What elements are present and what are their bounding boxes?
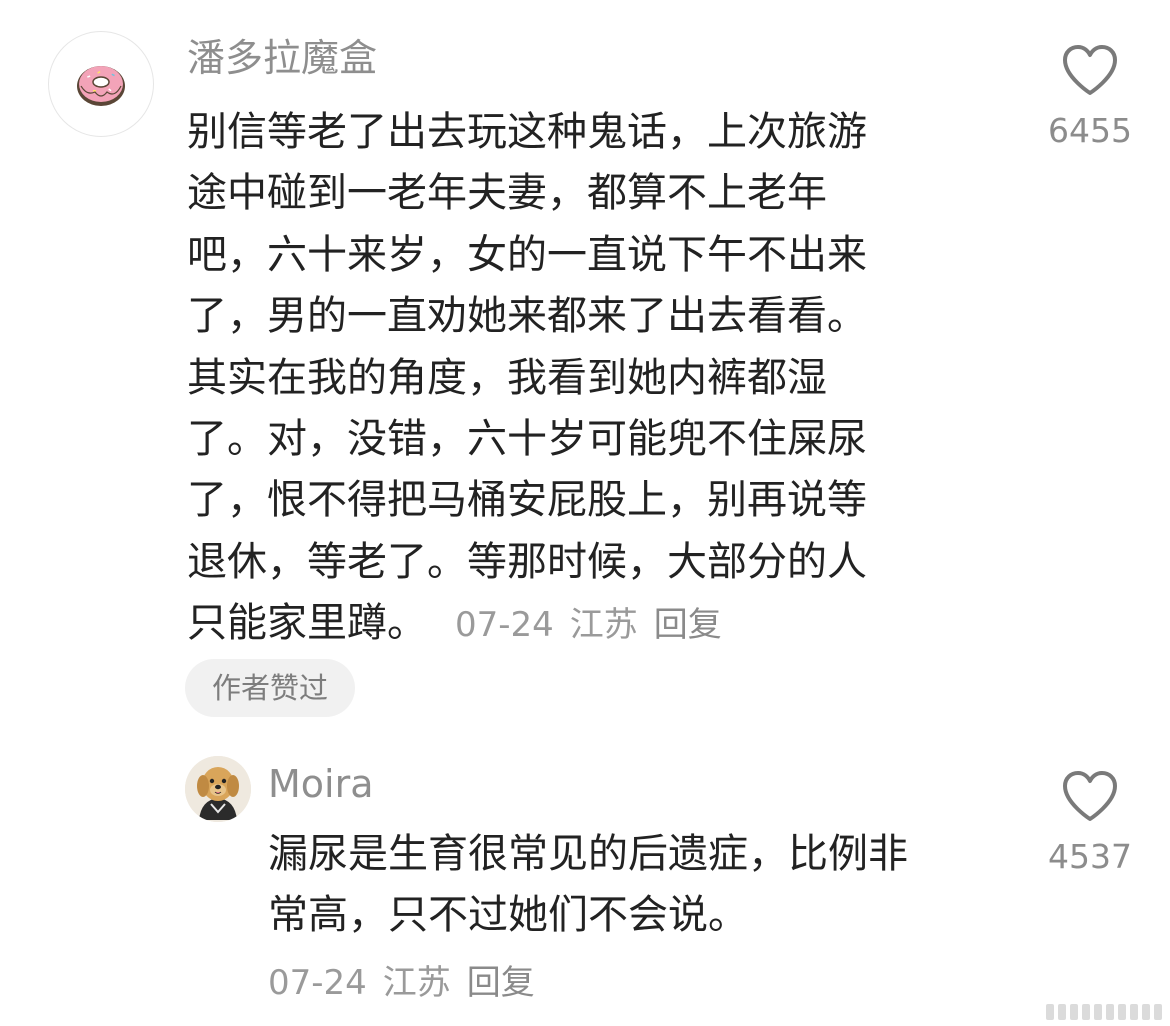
- heart-outline-icon[interactable]: [1060, 769, 1120, 823]
- reply-button[interactable]: 回复: [654, 595, 722, 656]
- reply-line: 常高，只不过她们不会说。: [268, 892, 748, 939]
- comment-username[interactable]: 潘多拉魔盒: [187, 35, 377, 81]
- comment-meta: 07-24 江苏 回复: [455, 605, 722, 645]
- comment-date: 07-24: [455, 605, 554, 646]
- comment-line: 途中碰到一老年夫妻，都算不上老年: [187, 170, 827, 217]
- comment-line: 只能家里蹲。: [187, 600, 427, 647]
- reply-user-avatar[interactable]: [185, 756, 251, 822]
- like-count: 6455: [1048, 111, 1132, 150]
- reply-date: 07-24: [268, 963, 367, 1003]
- reply-location: 江苏: [382, 963, 451, 1003]
- like-button[interactable]: 6455: [1040, 43, 1140, 151]
- dog-avatar-icon: [185, 756, 251, 822]
- reply-like-count: 4537: [1048, 837, 1132, 876]
- comment-line: 吧，六十来岁，女的一直说下午不出来: [187, 231, 867, 278]
- comment-location: 江苏: [569, 605, 638, 646]
- reply-like-button[interactable]: 4537: [1040, 769, 1140, 877]
- donut-icon: [77, 66, 125, 106]
- comment-line: 退休，等老了。等那时候，大部分的人: [187, 538, 867, 585]
- comment-last-line: 只能家里蹲。 07-24 江苏 回复: [187, 593, 977, 654]
- reply-username[interactable]: Moira: [268, 761, 374, 807]
- comment-line: 其实在我的角度，我看到她内裤都湿: [187, 354, 827, 401]
- user-avatar[interactable]: [48, 31, 154, 137]
- comment-line: 了，男的一直劝她来都来了出去看看。: [187, 293, 867, 340]
- watermark-logo: [1046, 1004, 1162, 1020]
- comment-line: 别信等老了出去玩这种鬼话，上次旅游: [187, 109, 867, 155]
- reply-body: 漏尿是生育很常见的后遗症，比例非 常高，只不过她们不会说。: [268, 824, 1008, 947]
- comment-line: 了。对，没错，六十岁可能兜不住屎尿: [187, 415, 867, 462]
- reply-meta: 07-24 江苏 回复: [268, 958, 535, 1008]
- author-liked-badge: 作者赞过: [185, 659, 355, 717]
- reply-line: 漏尿是生育很常见的后遗症，比例非: [268, 831, 908, 877]
- comment-line: 了，恨不得把马桶安屁股上，别再说等: [187, 477, 867, 524]
- comment-body: 别信等老了出去玩这种鬼话，上次旅游 途中碰到一老年夫妻，都算不上老年 吧，六十来…: [187, 102, 977, 655]
- reply-reply-button[interactable]: 回复: [467, 958, 535, 1008]
- heart-outline-icon[interactable]: [1060, 43, 1120, 97]
